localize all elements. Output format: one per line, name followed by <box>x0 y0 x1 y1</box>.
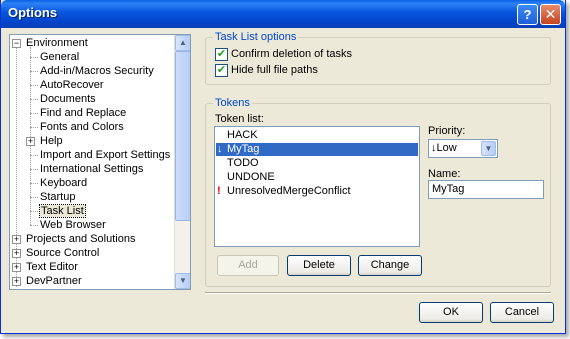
options-dialog: Options ? ✕ − Environment General Add-in/Ma… <box>0 0 566 334</box>
tokens-group: Tokens Token list: HACK ↓ MyTag TODO UNDONE!… <box>205 97 551 287</box>
token-listbox[interactable]: HACK ↓ MyTag TODO UNDONE! UnresolvedMergeConf… <box>214 126 420 247</box>
token-list-item[interactable]: UNDONE <box>216 171 418 184</box>
tree-item[interactable]: + DevPartner <box>12 275 82 288</box>
tree-item-label: Task List <box>39 204 86 218</box>
scroll-thumb[interactable] <box>175 51 190 221</box>
tree-item-label: AutoRecover <box>40 79 104 91</box>
tree-item[interactable]: General <box>30 51 80 64</box>
token-label: HACK <box>227 129 258 141</box>
tree-item[interactable]: − Environment <box>12 37 88 50</box>
chevron-down-icon[interactable]: ▼ <box>481 141 496 156</box>
options-tree[interactable]: − Environment General Add-in/Macros Securit… <box>9 34 191 290</box>
title-bar[interactable]: Options ? ✕ <box>1 0 565 28</box>
expand-icon[interactable]: + <box>26 137 35 146</box>
tree-item[interactable]: Task List <box>30 204 86 218</box>
tree-item-label: Help <box>40 135 63 147</box>
confirm-deletion-label: Confirm deletion of tasks <box>231 48 353 60</box>
token-label: UNDONE <box>227 171 275 183</box>
tree-item[interactable]: Web Browser <box>30 219 106 232</box>
task-list-options-title: Task List options <box>213 31 299 43</box>
priority-label: Priority: <box>428 125 466 137</box>
tree-item[interactable]: Keyboard <box>30 177 88 190</box>
tree-item-label: Text Editor <box>26 261 78 273</box>
tree-item-label: Web Browser <box>40 219 106 231</box>
tree-scrollbar[interactable]: ▲ ▼ <box>174 35 190 289</box>
ok-button[interactable]: OK <box>419 302 483 323</box>
cancel-button[interactable]: Cancel <box>490 302 554 323</box>
add-button[interactable]: Add <box>217 255 279 276</box>
low-priority-icon: ↓ <box>217 143 223 155</box>
task-list-options-group: Task List options ✔ Confirm deletion of … <box>205 31 551 85</box>
tree-connector <box>30 225 38 226</box>
token-list-item[interactable]: ↓ MyTag <box>216 143 418 156</box>
high-priority-icon: ! <box>217 185 221 197</box>
tree-item-label: Fonts and Colors <box>40 121 124 133</box>
collapse-icon[interactable]: − <box>12 39 21 48</box>
expand-icon[interactable]: + <box>12 249 21 258</box>
tree-connector <box>30 169 38 170</box>
tokens-title: Tokens <box>213 97 252 109</box>
expand-icon[interactable]: + <box>12 235 21 244</box>
token-list-item[interactable]: HACK <box>216 129 418 142</box>
help-button[interactable]: ? <box>517 4 538 25</box>
tree-item[interactable]: + Projects and Solutions <box>12 233 136 246</box>
tree-item[interactable]: Documents <box>30 93 96 106</box>
window-title: Options <box>8 5 58 20</box>
tree-item[interactable]: + Help <box>26 135 63 148</box>
delete-button[interactable]: Delete <box>287 255 351 276</box>
tree-item[interactable]: Import and Export Settings <box>30 149 171 162</box>
tree-item-label: Projects and Solutions <box>26 233 136 245</box>
tree-item-label: Find and Replace <box>40 107 127 119</box>
change-button[interactable]: Change <box>358 255 422 276</box>
footer-separator <box>205 292 551 294</box>
tree-connector <box>30 85 38 86</box>
tree-item[interactable]: + Text Editor <box>12 261 78 274</box>
tree-item-label: Source Control <box>26 247 100 259</box>
tree-item-label: Keyboard <box>40 177 88 189</box>
tree-item[interactable]: AutoRecover <box>30 79 104 92</box>
tree-connector <box>30 113 38 114</box>
tree-connector <box>30 211 38 212</box>
token-label: TODO <box>227 157 259 169</box>
check-icon: ✔ <box>215 64 228 77</box>
tree-connector <box>30 183 38 184</box>
tree-item-label: General <box>40 51 80 63</box>
tree-item[interactable]: Fonts and Colors <box>30 121 124 134</box>
name-field[interactable]: MyTag <box>428 180 544 199</box>
token-list-item[interactable]: TODO <box>216 157 418 170</box>
tree-item-label: Startup <box>40 191 76 203</box>
tree-item-label: Import and Export Settings <box>40 149 171 161</box>
tree-connector <box>30 71 38 72</box>
tree-item-label: Documents <box>40 93 96 105</box>
tree-item[interactable]: + Source Control <box>12 247 100 260</box>
tree-item[interactable]: Add-in/Macros Security <box>30 65 154 78</box>
tree-connector <box>30 197 38 198</box>
name-label: Name: <box>428 168 461 180</box>
tree-connector <box>30 155 38 156</box>
scroll-down-arrow-icon[interactable]: ▼ <box>175 273 190 289</box>
expand-icon[interactable]: + <box>12 277 21 286</box>
hide-paths-label: Hide full file paths <box>231 64 318 76</box>
token-list-label: Token list: <box>215 113 264 125</box>
close-button[interactable]: ✕ <box>540 4 561 25</box>
tree-item-label: International Settings <box>40 163 144 175</box>
tree-item[interactable]: Find and Replace <box>30 107 127 120</box>
scroll-up-arrow-icon[interactable]: ▲ <box>175 35 190 51</box>
token-label: UnresolvedMergeConflict <box>227 185 351 197</box>
tree-connector <box>30 99 38 100</box>
tree-connector <box>30 57 38 58</box>
expand-icon[interactable]: + <box>12 263 21 272</box>
tree-item-label: DevPartner <box>26 275 82 287</box>
token-label: MyTag <box>227 143 260 155</box>
tree-item[interactable]: Startup <box>30 191 76 204</box>
priority-dropdown[interactable]: ↓Low ▼ <box>428 139 498 158</box>
tree-item-label: Add-in/Macros Security <box>40 65 154 77</box>
tree-connector <box>30 127 38 128</box>
check-icon: ✔ <box>215 48 228 61</box>
tree-item[interactable]: International Settings <box>30 163 144 176</box>
tree-item-label: Environment <box>26 37 88 49</box>
token-list-item[interactable]: ! UnresolvedMergeConflict <box>216 185 418 198</box>
priority-value: ↓Low <box>431 142 457 154</box>
